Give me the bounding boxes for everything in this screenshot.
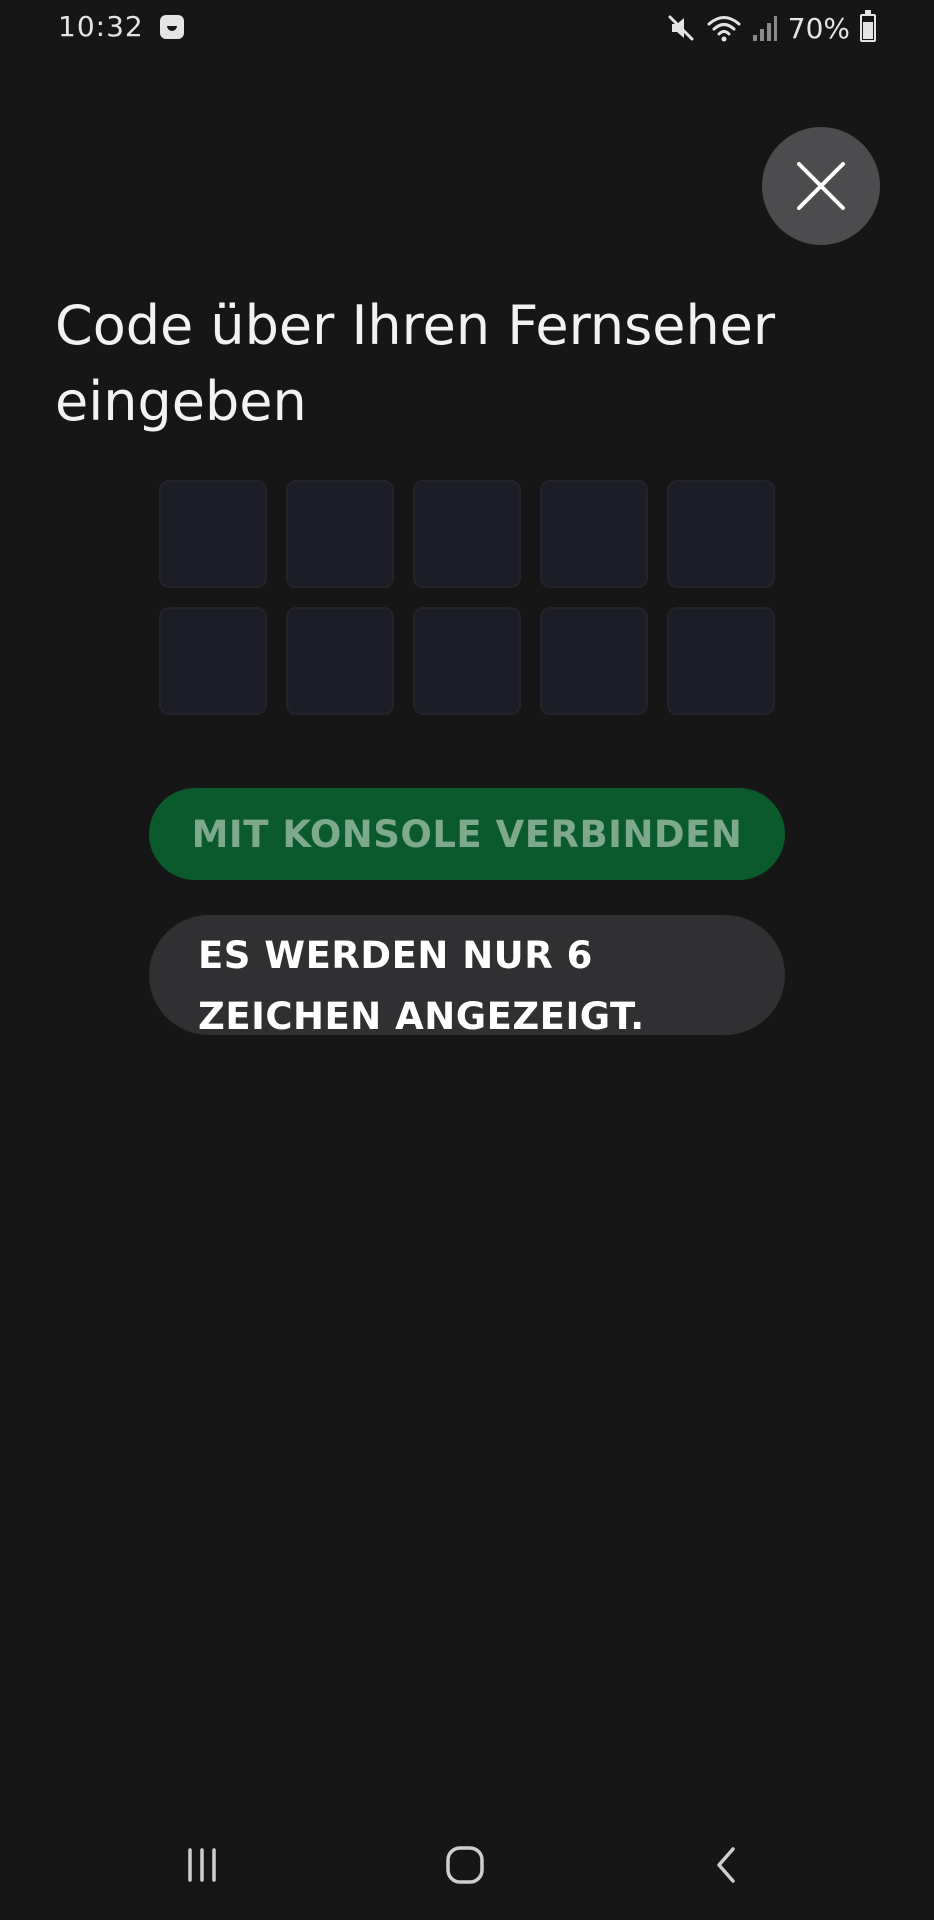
page-title: Code über Ihren Fernseher eingeben xyxy=(55,294,776,433)
status-time: 10:32 xyxy=(58,10,144,43)
code-cell-1[interactable] xyxy=(159,480,267,588)
code-cell-4[interactable] xyxy=(540,480,648,588)
recent-apps-icon xyxy=(188,1848,216,1882)
wifi-icon xyxy=(707,16,741,42)
navigation-bar xyxy=(0,1810,934,1920)
battery-percent: 70% xyxy=(787,11,850,45)
close-icon xyxy=(797,162,845,210)
mute-icon xyxy=(668,15,694,41)
close-button[interactable] xyxy=(762,127,880,245)
code-cell-2[interactable] xyxy=(286,480,394,588)
status-bar: 10:32 70% xyxy=(0,0,934,58)
code-cell-6[interactable] xyxy=(159,607,267,715)
app-notification-icon xyxy=(160,15,184,39)
recent-apps-button[interactable] xyxy=(162,1830,242,1900)
back-button[interactable] xyxy=(686,1830,766,1900)
code-cell-8[interactable] xyxy=(413,607,521,715)
info-message: ES WERDEN NUR 6 ZEICHEN ANGEZEIGT. xyxy=(149,915,785,1038)
code-cell-10[interactable] xyxy=(667,607,775,715)
battery-charging-icon xyxy=(860,10,876,42)
back-icon xyxy=(717,1847,735,1883)
home-icon xyxy=(446,1846,484,1884)
code-cell-3[interactable] xyxy=(413,480,521,588)
home-button[interactable] xyxy=(425,1830,505,1900)
connect-console-button[interactable]: MIT KONSOLE VERBINDEN xyxy=(149,788,785,880)
status-indicators: 70% xyxy=(666,10,876,46)
signal-icon xyxy=(752,16,777,41)
code-cell-7[interactable] xyxy=(286,607,394,715)
code-cell-9[interactable] xyxy=(540,607,648,715)
code-input-grid xyxy=(159,480,777,715)
code-cell-5[interactable] xyxy=(667,480,775,588)
